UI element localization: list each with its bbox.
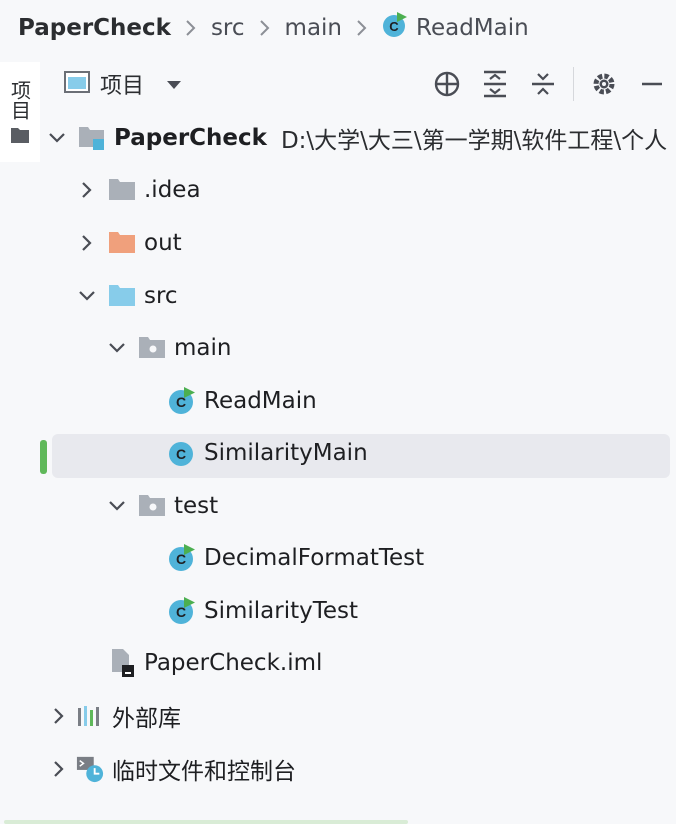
tree-node-external-libraries[interactable]: 外部库 [48,694,676,738]
minimize-icon [642,82,662,86]
locate-button[interactable] [423,64,471,104]
source-folder-icon [108,282,136,310]
stripe-tab-label: 项目 [7,80,32,120]
gear-icon [593,73,615,95]
chevron-right-icon [245,18,285,38]
tree-node-label: PaperCheck.iml [144,650,323,676]
toolbar-divider [573,67,574,101]
tree-node-similaritymain[interactable]: C SimilarityMain [168,431,676,475]
breadcrumb: PaperCheck src main C ReadMain [0,0,676,56]
project-panel: 项目 PaperCheck D:\大学\大三\第一学期\软件工程\个人 .ide… [40,56,676,824]
expand-all-button[interactable] [471,64,519,104]
chevron-right-icon [171,18,211,38]
tree-node-label: DecimalFormatTest [204,545,425,571]
chevron-right-icon[interactable] [48,705,70,727]
module-folder-icon [78,124,106,152]
tree-node-iml[interactable]: PaperCheck.iml [108,641,676,685]
expand-all-icon [484,70,506,98]
tree-node-label: SimilarityTest [204,598,359,624]
tree-node-label: src [144,283,178,309]
tree-node-similaritytest[interactable]: C SimilarityTest [168,589,676,633]
breadcrumb-root[interactable]: PaperCheck [18,15,171,41]
view-selector-dropdown[interactable]: 项目 [64,68,182,100]
tree-node-idea[interactable]: .idea [76,168,676,212]
runnable-class-icon: C [168,597,196,625]
project-tool-window-tab[interactable]: 项目 [0,62,40,162]
package-icon [138,334,166,362]
collapse-all-icon [532,73,554,95]
bottom-edge-bar [4,820,408,824]
tree-node-main[interactable]: main [106,326,676,370]
runnable-class-icon: C [168,544,196,572]
chevron-down-icon [166,75,182,94]
collapse-all-button[interactable] [519,64,567,104]
chevron-down-icon[interactable] [46,127,68,149]
chevron-down-icon[interactable] [106,337,128,359]
package-icon [138,492,166,520]
class-icon: C [168,439,196,467]
settings-button[interactable] [580,64,628,104]
tree-node-project-root[interactable]: PaperCheck D:\大学\大三\第一学期\软件工程\个人 [46,116,676,160]
tree-node-scratches[interactable]: 临时文件和控制台 [48,747,676,791]
breadcrumb-main[interactable]: main [285,15,342,41]
project-view-icon [64,71,90,97]
tree-node-label: main [174,335,232,361]
hide-panel-button[interactable] [628,64,676,104]
locate-icon [434,71,460,97]
folder-icon [10,126,30,148]
chevron-down-icon[interactable] [106,495,128,517]
tree-node-label: ReadMain [204,388,317,414]
breadcrumb-readmain-label: ReadMain [416,15,529,41]
tree-node-src[interactable]: src [76,274,676,318]
tree-node-out[interactable]: out [76,221,676,265]
tree-node-readmain[interactable]: C ReadMain [168,379,676,423]
breadcrumb-readmain[interactable]: C ReadMain [382,12,529,44]
svg-text:C: C [176,446,186,462]
chevron-right-icon[interactable] [48,758,70,780]
chevron-right-icon[interactable] [76,232,98,254]
tree-node-decimalformattest[interactable]: C DecimalFormatTest [168,536,676,580]
tree-node-label: test [174,493,219,519]
breadcrumb-src[interactable]: src [211,15,245,41]
scratches-icon [76,755,104,783]
tree-node-test[interactable]: test [106,484,676,528]
tree-node-label: out [144,230,182,256]
tree-node-label: 临时文件和控制台 [112,759,296,785]
runnable-class-icon: C [168,387,196,415]
module-file-icon [108,649,136,677]
project-path: D:\大学\大三\第一学期\软件工程\个人 [280,128,668,154]
chevron-right-icon [342,18,382,38]
folder-icon [108,176,136,204]
chevron-right-icon[interactable] [76,179,98,201]
panel-toolbar: 项目 [40,56,676,112]
tree-node-label: 外部库 [112,706,181,732]
tree-node-label: SimilarityMain [204,440,368,466]
tool-window-stripe: 项目 [0,56,40,824]
change-marker [40,440,47,474]
tree-node-label: .idea [144,177,201,203]
toolbar-actions [423,56,676,112]
library-icon [76,702,104,730]
runnable-class-icon: C [382,12,408,44]
view-title: 项目 [100,74,145,99]
chevron-down-icon[interactable] [76,285,98,307]
excluded-folder-icon [108,229,136,257]
project-name: PaperCheck [114,125,267,151]
